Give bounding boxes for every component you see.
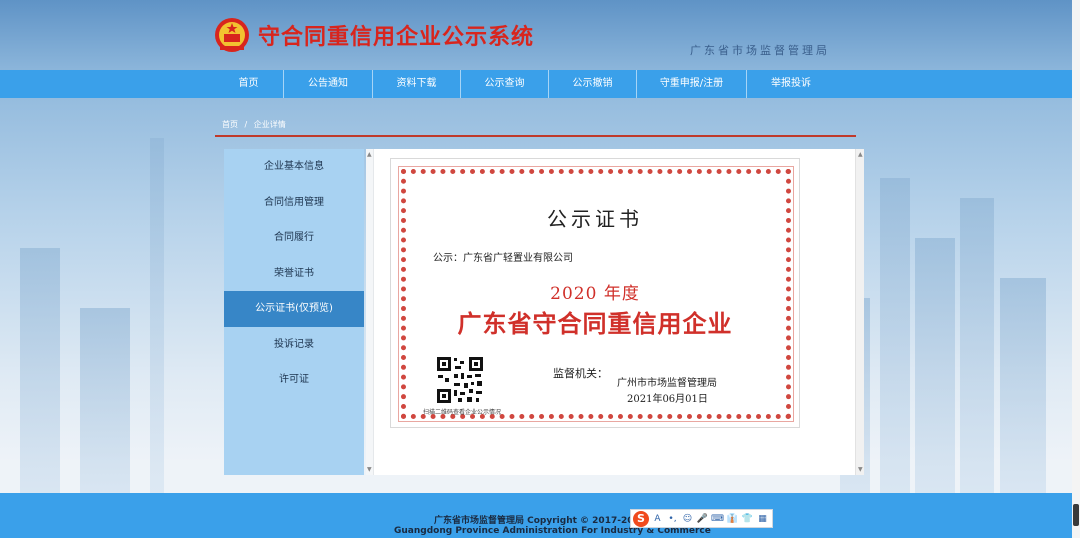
scroll-up-icon[interactable]: ▲ [858,151,863,158]
certificate-title: 公示证书 [547,207,643,231]
breadcrumb-current: 企业详情 [253,120,286,129]
certificate-preview-panel: ▲ ▼ 公示证书 公示：广东省广轻置业有限公司 2020 年度 广东省守合同重信… [366,149,864,475]
panel-left-scrollbar[interactable]: ▲ ▼ [366,149,374,475]
site-title: 守合同重信用企业公示系统 [258,25,535,50]
national-emblem-icon [215,18,249,52]
ime-toolbar: S A •, ☺ 🎤 ⌨ 👔 👕 ▦ [630,509,773,528]
sidebar-item-4[interactable]: 公示证书(仅预览) [224,291,364,327]
ime-button-0-icon[interactable]: A [651,514,664,524]
certificate-recipient: 公示：广东省广轻置业有限公司 [433,253,573,264]
qr-code-icon [436,356,484,404]
site-footer: 广东省市场监督管理局 Copyright © 2017-2019 Guangdo… [0,493,1072,538]
ime-button-3-icon[interactable]: 🎤 [696,514,709,524]
nav-item-4[interactable]: 公示撤销 [549,70,637,98]
sidebar-item-2[interactable]: 合同履行 [224,220,364,256]
breadcrumb-home-link[interactable]: 首页 [222,120,238,129]
nav-item-5[interactable]: 守重申报/注册 [637,70,747,98]
nav-item-0[interactable]: 首页 [214,70,284,98]
ime-button-2-icon[interactable]: ☺ [681,514,694,524]
scroll-up-icon[interactable]: ▲ [367,151,372,158]
certificate-year: 2020 年度 [550,284,640,304]
scroll-down-icon[interactable]: ▼ [858,466,863,473]
certificate-date: 2021年06月01日 [627,394,708,405]
sidebar-item-1[interactable]: 合同信用管理 [224,185,364,221]
breadcrumb: 首页 / 企业详情 [222,119,286,130]
certificate-honor: 广东省守合同重信用企业 [457,310,733,338]
sogou-ime-logo-icon[interactable]: S [633,510,649,527]
sidebar-item-6[interactable]: 许可证 [224,362,364,398]
qr-caption: 扫描二维码查看企业公示情况 [423,409,502,416]
ime-button-4-icon[interactable]: ⌨ [711,514,724,524]
sidebar: 企业基本信息 合同信用管理 合同履行 荣誉证书 公示证书(仅预览) 投诉记录 许可证 [224,149,364,475]
page-scrollbar-thumb[interactable] [1073,504,1079,526]
certificate-image: 公示证书 公示：广东省广轻置业有限公司 2020 年度 广东省守合同重信用企业 … [390,158,800,428]
sidebar-item-5[interactable]: 投诉记录 [224,327,364,363]
sidebar-item-3[interactable]: 荣誉证书 [224,256,364,292]
page-scrollbar[interactable] [1072,0,1080,538]
nav-item-6[interactable]: 举报投诉 [747,70,835,98]
breadcrumb-divider [215,135,856,137]
sidebar-item-0[interactable]: 企业基本信息 [224,149,364,185]
ime-button-7-icon[interactable]: ▦ [756,514,769,524]
breadcrumb-separator: / [244,120,248,129]
ime-button-6-icon[interactable]: 👕 [741,514,754,524]
footer-copyright: 广东省市场监督管理局 Copyright © 2017-2019 [434,516,647,526]
scroll-down-icon[interactable]: ▼ [367,466,372,473]
nav-item-3[interactable]: 公示查询 [461,70,549,98]
ime-button-5-icon[interactable]: 👔 [726,514,739,524]
ime-button-1-icon[interactable]: •, [666,514,679,524]
panel-scrollbar[interactable]: ▲ ▼ [855,149,864,475]
main-navigation: 首页 公告通知 资料下载 公示查询 公示撤销 守重申报/注册 举报投诉 [0,70,1072,98]
agency-name: 广东省市场监督管理局 [690,44,830,57]
nav-item-2[interactable]: 资料下载 [373,70,461,98]
nav-item-1[interactable]: 公告通知 [284,70,373,98]
authority-label: 监督机关： [553,367,608,380]
site-header: 守合同重信用企业公示系统 广东省市场监督管理局 [0,0,1072,70]
authority-name: 广州市市场监督管理局 [617,378,717,389]
